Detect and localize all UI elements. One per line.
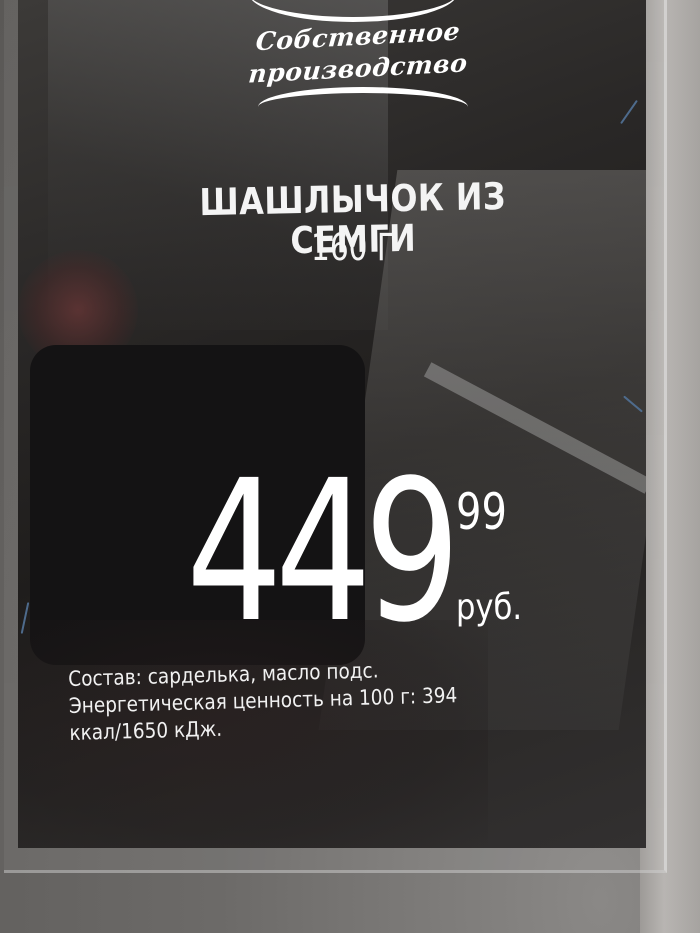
product-weight: 160 Г [311,226,395,269]
price-tag-card: Собственное производство ШАШЛЫЧОК ИЗ СЕМ… [18,0,646,848]
logo-arc [258,87,468,127]
photo-scene: Собственное производство ШАШЛЫЧОК ИЗ СЕМ… [0,0,700,933]
price-currency: руб. [456,587,523,628]
acrylic-holder: Собственное производство ШАШЛЫЧОК ИЗ СЕМ… [4,0,667,873]
composition-text: Состав: сарделька, масло подс. Энергетич… [68,654,492,747]
price-rubles: 449 [186,438,461,665]
own-production-logo: Собственное производство [218,2,498,122]
price-kopecks: 99 [456,483,507,541]
